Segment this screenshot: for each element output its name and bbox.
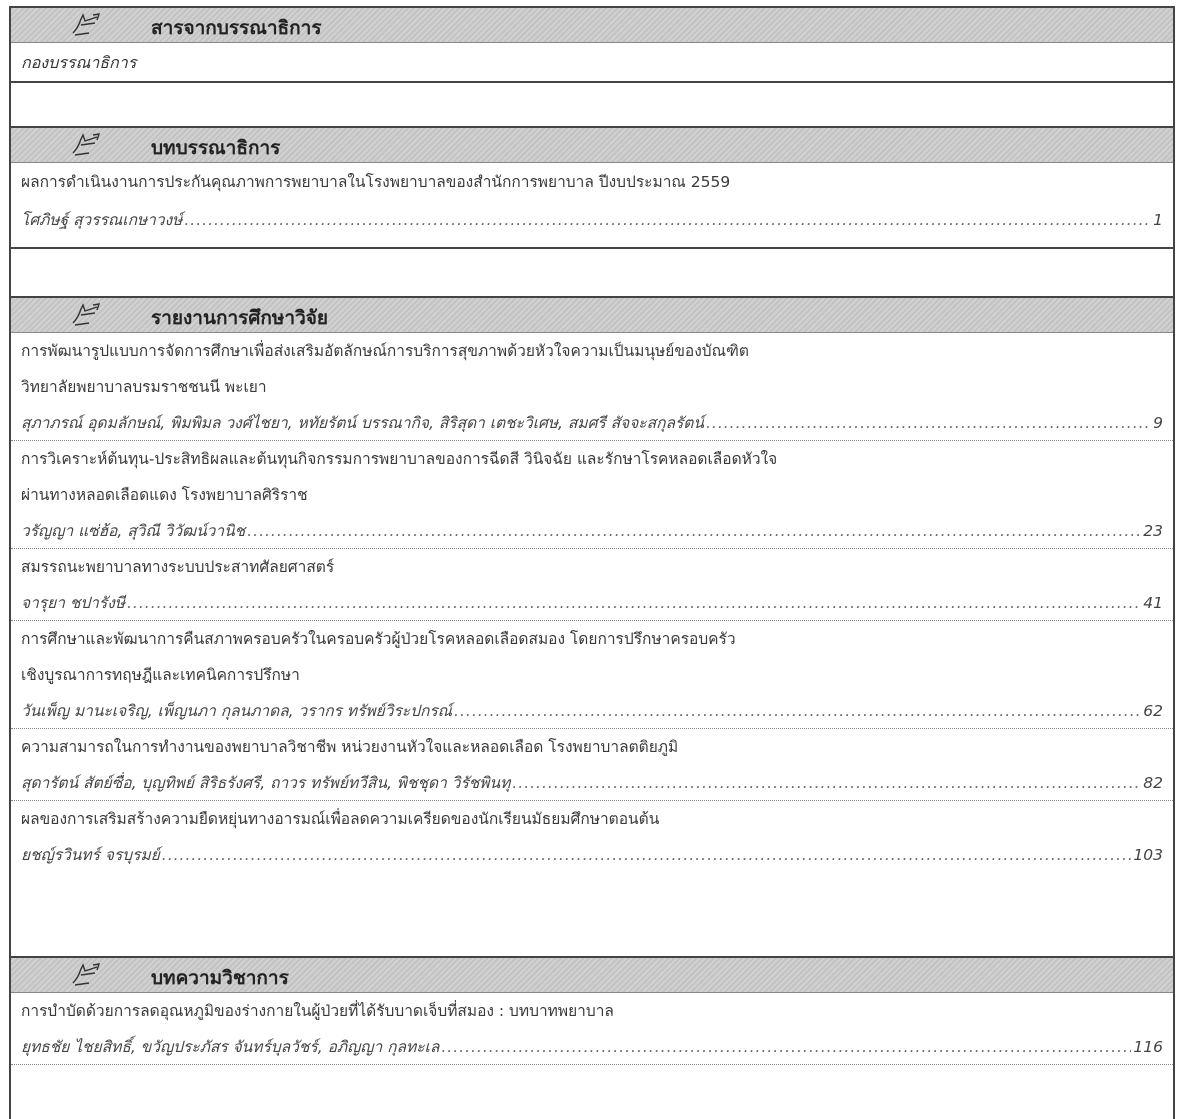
article-title-line: การบำบัดด้วยการลดอุณหภูมิของร่างกายในผู้… xyxy=(21,1002,614,1020)
section-header: รายงานการศึกษาวิจัย xyxy=(11,296,1173,333)
article-authors: ยชญ์รวินทร์ จรบุรมย์ xyxy=(21,846,160,864)
article-authors: สุภาภรณ์ อุดมลักษณ์, พิมพิมล วงศ์ไชยา, ห… xyxy=(21,414,704,432)
page-number: 103 xyxy=(1133,846,1163,864)
article-authors-row: ยชญ์รวินทร์ จรบุรมย์ 103 xyxy=(11,837,1173,873)
dot-leader xyxy=(184,201,1151,239)
article-authors-row: วันเพ็ญ มานะเจริญ, เพ็ญนภา กุลนภาดล, วรา… xyxy=(11,693,1173,729)
article-title-line: ผลของการเสริมสร้างความยืดหยุ่นทางอารมณ์เ… xyxy=(21,810,660,828)
article-authors-row: ยุทธชัย ไชยสิทธิ์, ขวัญประภัสร จันทร์บุล… xyxy=(11,1029,1173,1065)
page-number: 41 xyxy=(1143,594,1163,612)
article-authors: วันเพ็ญ มานะเจริญ, เพ็ญนภา กุลนภาดล, วรา… xyxy=(21,702,453,720)
article-authors: โศภิษฐ์ สุวรรณเกษาวงษ์ xyxy=(21,211,183,229)
toc-frame: สารจากบรรณาธิการ กองบรรณาธิการ บทบรรณาธิ… xyxy=(9,6,1175,1119)
page-number: 23 xyxy=(1143,522,1163,540)
section-title: สารจากบรรณาธิการ xyxy=(151,17,322,39)
article-title-line: ความสามารถในการทำงานของพยาบาลวิชาชีพ หน่… xyxy=(21,738,679,756)
page-number: 116 xyxy=(1133,1038,1163,1056)
article-authors: ยุทธชัย ไชยสิทธิ์, ขวัญประภัสร จันทร์บุล… xyxy=(21,1038,440,1056)
article-title-line: การวิเคราะห์ต้นทุน-ประสิทธิผลและต้นทุนกิ… xyxy=(21,450,778,468)
article-authors: วรัญญา แซ่ฮ้อ, สุวิณี วิวัฒน์วานิช xyxy=(21,522,246,540)
section-title: บทบรรณาธิการ xyxy=(151,137,281,159)
article-authors-row: วรัญญา แซ่ฮ้อ, สุวิณี วิวัฒน์วานิช 23 xyxy=(11,513,1173,549)
section-research-reports: รายงานการศึกษาวิจัย การพัฒนารูปแบบการจัด… xyxy=(11,296,1173,873)
dot-leader xyxy=(162,837,1132,873)
section-title: รายงานการศึกษาวิจัย xyxy=(151,307,329,329)
page-number: 62 xyxy=(1143,702,1163,720)
pointing-hand-icon xyxy=(69,961,103,989)
section-editor-message: สารจากบรรณาธิการ กองบรรณาธิการ xyxy=(11,6,1173,83)
article-title-line: การพัฒนารูปแบบการจัดการศึกษาเพื่อส่งเสริ… xyxy=(21,342,749,360)
dot-leader xyxy=(247,513,1141,548)
article-authors-row: จารุยา ชปารังษี 41 xyxy=(11,585,1173,621)
pointing-hand-icon xyxy=(69,131,103,159)
section-divider xyxy=(11,239,1173,249)
dot-leader xyxy=(706,405,1151,440)
editorial-team: กองบรรณาธิการ xyxy=(11,43,1173,83)
section-header: บทความวิชาการ xyxy=(11,956,1173,993)
dot-leader xyxy=(127,585,1141,620)
section-header: บทบรรณาธิการ xyxy=(11,126,1173,163)
section-title: บทความวิชาการ xyxy=(151,967,289,989)
article-authors: จารุยา ชปารังษี xyxy=(21,594,125,612)
pointing-hand-icon xyxy=(69,301,103,329)
page-number: 82 xyxy=(1143,774,1163,792)
pointing-hand-icon xyxy=(69,11,103,39)
article-title-line: สมรรถนะพยาบาลทางระบบประสาทศัลยศาสตร์ xyxy=(21,558,335,576)
dot-leader xyxy=(454,693,1141,728)
article-authors: สุดารัตน์ สัตย์ซื่อ, บุญทิพย์ สิริธรังศร… xyxy=(21,774,511,792)
article-title-line: การศึกษาและพัฒนาการคืนสภาพครอบครัวในครอบ… xyxy=(21,630,736,648)
section-editorial: บทบรรณาธิการ ผลการดำเนินงานการประกันคุณภ… xyxy=(11,126,1173,249)
article-title-line: ผ่านทางหลอดเลือดแดง โรงพยาบาลศิริราช xyxy=(21,486,308,504)
article-title-line: วิทยาลัยพยาบาลบรมราชชนนี พะเยา xyxy=(21,378,267,396)
article-authors-row: สุดารัตน์ สัตย์ซื่อ, บุญทิพย์ สิริธรังศร… xyxy=(11,765,1173,801)
blank-space xyxy=(11,1065,1173,1089)
dot-leader xyxy=(512,765,1141,800)
page-number: 1 xyxy=(1153,211,1163,229)
section-academic-articles: บทความวิชาการ การบำบัดด้วยการลดอุณหภูมิข… xyxy=(11,956,1173,1089)
article-title-line: ผลการดำเนินงานการประกันคุณภาพการพยาบาลใน… xyxy=(21,173,731,191)
page-number: 9 xyxy=(1153,414,1163,432)
dot-leader xyxy=(441,1029,1131,1064)
article-authors-row: สุภาภรณ์ อุดมลักษณ์, พิมพิมล วงศ์ไชยา, ห… xyxy=(11,405,1173,441)
article-title-line: เชิงบูรณาการทฤษฎีและเทคนิคการปรึกษา xyxy=(21,666,300,684)
section-header: สารจากบรรณาธิการ xyxy=(11,6,1173,43)
article-authors-row: โศภิษฐ์ สุวรรณเกษาวงษ์ 1 xyxy=(11,201,1173,239)
